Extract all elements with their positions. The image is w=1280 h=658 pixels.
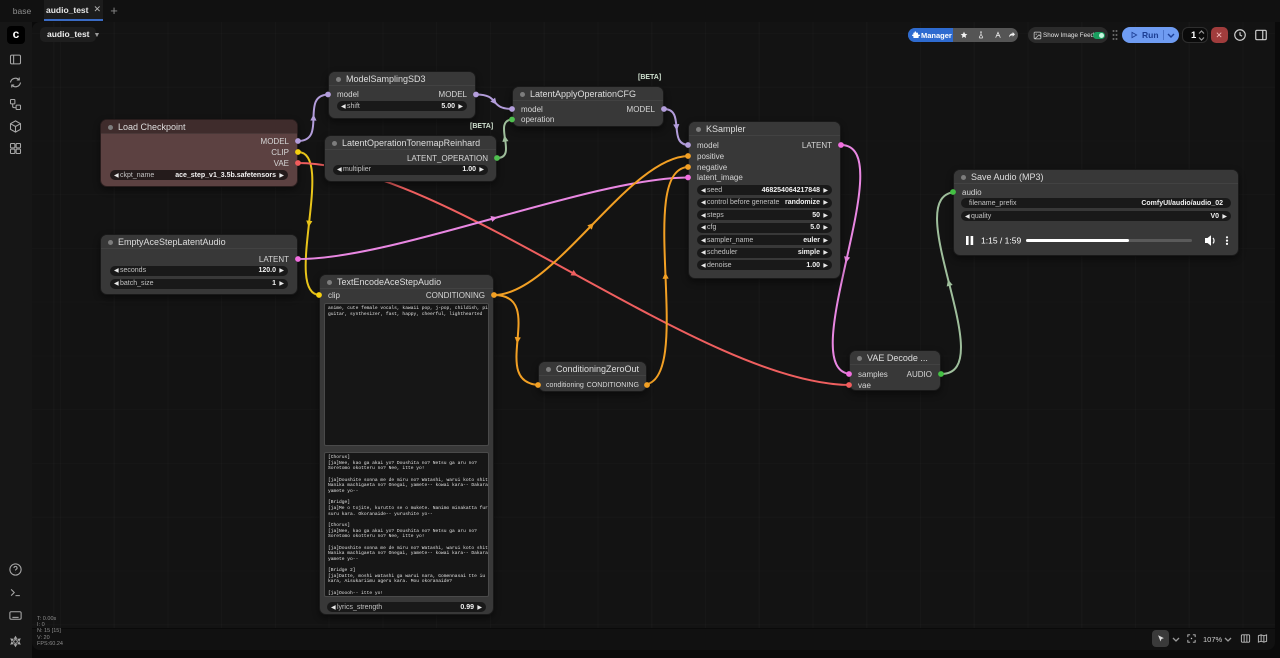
svg-text:1:15 / 1:59: 1:15 / 1:59 bbox=[981, 236, 1021, 246]
